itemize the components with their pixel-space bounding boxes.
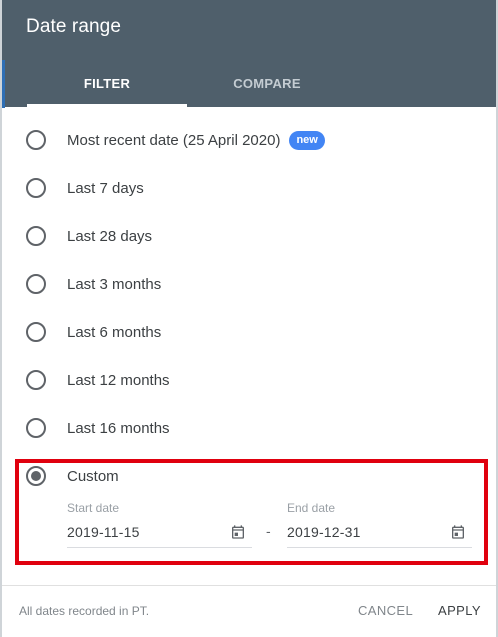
radio-last-12-months[interactable] bbox=[26, 370, 46, 390]
option-last-12-months[interactable]: Last 12 months bbox=[26, 364, 466, 396]
start-date-field[interactable]: Start date 2019-11-15 bbox=[67, 497, 252, 549]
option-custom[interactable]: Custom bbox=[26, 460, 466, 492]
option-last-6-months[interactable]: Last 6 months bbox=[26, 316, 466, 348]
option-last-3-months[interactable]: Last 3 months bbox=[26, 268, 466, 300]
radio-last-28-days[interactable] bbox=[26, 226, 46, 246]
radio-most-recent-date[interactable] bbox=[26, 130, 46, 150]
new-badge: new bbox=[289, 130, 325, 150]
end-date-underline bbox=[287, 547, 472, 548]
option-last-7-days[interactable]: Last 7 days bbox=[26, 172, 466, 204]
radio-last-16-months[interactable] bbox=[26, 418, 46, 438]
radio-custom[interactable] bbox=[26, 466, 46, 486]
tab-compare[interactable]: COMPARE bbox=[187, 60, 347, 107]
timezone-note: All dates recorded in PT. bbox=[19, 604, 150, 618]
option-most-recent-date[interactable]: Most recent date (25 April 2020) new bbox=[26, 124, 466, 156]
tab-filter[interactable]: FILTER bbox=[27, 60, 187, 107]
option-label: Custom bbox=[67, 467, 119, 485]
apply-button[interactable]: APPLY bbox=[438, 603, 481, 618]
cancel-button[interactable]: CANCEL bbox=[358, 603, 413, 618]
option-label: Last 3 months bbox=[67, 275, 162, 293]
calendar-icon[interactable] bbox=[450, 524, 466, 540]
calendar-icon[interactable] bbox=[230, 524, 246, 540]
date-separator: - bbox=[266, 523, 271, 539]
footer-divider bbox=[2, 585, 496, 586]
option-last-16-months[interactable]: Last 16 months bbox=[26, 412, 466, 444]
active-tab-indicator bbox=[27, 104, 187, 107]
page-edge-accent bbox=[2, 60, 5, 108]
start-date-underline bbox=[67, 547, 252, 548]
dialog-title: Date range bbox=[26, 16, 122, 37]
option-label: Most recent date (25 April 2020) bbox=[67, 131, 281, 149]
end-date-label: End date bbox=[287, 501, 336, 515]
date-range-dialog: Date range FILTER COMPARE Most recent da… bbox=[0, 0, 498, 637]
radio-last-3-months[interactable] bbox=[26, 274, 46, 294]
option-label: Last 12 months bbox=[67, 371, 170, 389]
option-label: Last 7 days bbox=[67, 179, 144, 197]
radio-last-6-months[interactable] bbox=[26, 322, 46, 342]
option-label: Last 28 days bbox=[67, 227, 153, 245]
option-last-28-days[interactable]: Last 28 days bbox=[26, 220, 466, 252]
start-date-label: Start date bbox=[67, 501, 120, 515]
option-label: Last 16 months bbox=[67, 419, 170, 437]
end-date-field[interactable]: End date 2019-12-31 bbox=[287, 497, 472, 549]
dialog-header: Date range FILTER COMPARE bbox=[2, 0, 496, 108]
radio-last-7-days[interactable] bbox=[26, 178, 46, 198]
end-date-value[interactable]: 2019-12-31 bbox=[287, 524, 361, 540]
option-label: Last 6 months bbox=[67, 323, 162, 341]
start-date-value[interactable]: 2019-11-15 bbox=[67, 524, 140, 540]
